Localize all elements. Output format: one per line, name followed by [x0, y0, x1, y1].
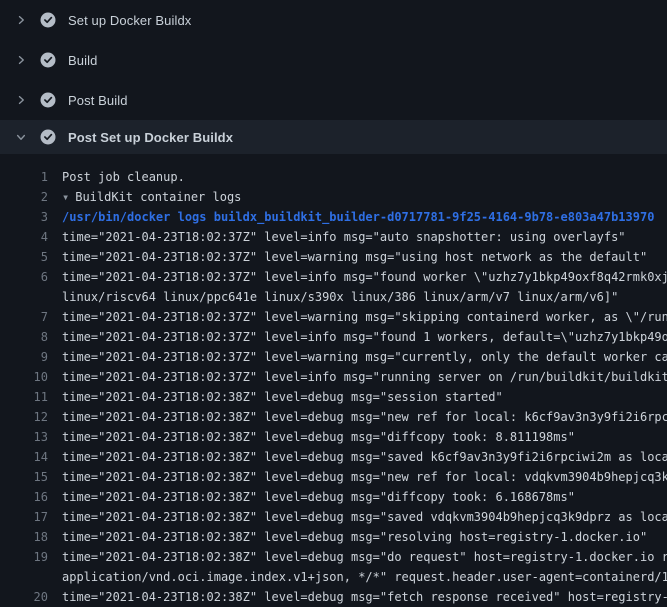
chevron-right-icon[interactable]: [14, 53, 28, 67]
line-number[interactable]: 13: [0, 427, 48, 447]
log-line: 6 time="2021-04-23T18:02:37Z" level=info…: [0, 267, 667, 287]
line-number[interactable]: 10: [0, 367, 48, 387]
line-number[interactable]: 4: [0, 227, 48, 247]
log-line: 14 time="2021-04-23T18:02:38Z" level=deb…: [0, 447, 667, 467]
log-line: linux/riscv64 linux/ppc641e linux/s390x …: [0, 287, 667, 307]
log-text: time="2021-04-23T18:02:38Z" level=debug …: [62, 547, 667, 567]
log-line: 19 time="2021-04-23T18:02:38Z" level=deb…: [0, 547, 667, 567]
log-text: time="2021-04-23T18:02:37Z" level=warnin…: [62, 347, 667, 367]
steps-list: Set up Docker Buildx Build P: [0, 0, 667, 154]
log-line: 10 time="2021-04-23T18:02:37Z" level=inf…: [0, 367, 667, 387]
log-line: 16 time="2021-04-23T18:02:38Z" level=deb…: [0, 487, 667, 507]
line-number[interactable]: 15: [0, 467, 48, 487]
log-text: time="2021-04-23T18:02:37Z" level=info m…: [62, 327, 667, 347]
log-text: time="2021-04-23T18:02:37Z" level=warnin…: [62, 247, 647, 267]
line-number[interactable]: 20: [0, 587, 48, 607]
log-area[interactable]: 1 Post job cleanup. 2 ▾ BuildKit contain…: [0, 154, 667, 607]
line-number[interactable]: 8: [0, 327, 48, 347]
step-title: Set up Docker Buildx: [68, 13, 191, 28]
step-row-post-set-up-docker-buildx[interactable]: Post Set up Docker Buildx: [0, 120, 667, 154]
line-number[interactable]: 7: [0, 307, 48, 327]
log-text: /usr/bin/docker logs buildx_buildkit_bui…: [62, 207, 654, 227]
step-row-build[interactable]: Build: [0, 40, 667, 80]
log-text: time="2021-04-23T18:02:38Z" level=debug …: [62, 587, 667, 607]
check-circle-icon: [40, 92, 56, 108]
check-circle-icon: [40, 12, 56, 28]
step-title: Build: [68, 53, 97, 68]
log-line: 15 time="2021-04-23T18:02:38Z" level=deb…: [0, 467, 667, 487]
log-line: 18 time="2021-04-23T18:02:38Z" level=deb…: [0, 527, 667, 547]
line-number[interactable]: 18: [0, 527, 48, 547]
check-circle-icon: [40, 52, 56, 68]
line-number[interactable]: 14: [0, 447, 48, 467]
log-line: 13 time="2021-04-23T18:02:38Z" level=deb…: [0, 427, 667, 447]
chevron-right-icon[interactable]: [14, 93, 28, 107]
log-text: Post job cleanup.: [62, 167, 185, 187]
log-line: 12 time="2021-04-23T18:02:38Z" level=deb…: [0, 407, 667, 427]
line-number[interactable]: 16: [0, 487, 48, 507]
step-row-post-build[interactable]: Post Build: [0, 80, 667, 120]
log-line: 9 time="2021-04-23T18:02:37Z" level=warn…: [0, 347, 667, 367]
log-text: time="2021-04-23T18:02:38Z" level=debug …: [62, 487, 575, 507]
log-text: time="2021-04-23T18:02:38Z" level=debug …: [62, 427, 575, 447]
step-title: Post Build: [68, 93, 128, 108]
line-number[interactable]: [0, 567, 48, 587]
log-line: 20 time="2021-04-23T18:02:38Z" level=deb…: [0, 587, 667, 607]
log-line: 7 time="2021-04-23T18:02:37Z" level=warn…: [0, 307, 667, 327]
log-text: time="2021-04-23T18:02:37Z" level=info m…: [62, 367, 667, 387]
step-row-set-up-docker-buildx[interactable]: Set up Docker Buildx: [0, 0, 667, 40]
log-text: time="2021-04-23T18:02:38Z" level=debug …: [62, 447, 667, 467]
line-number[interactable]: 2: [0, 187, 48, 207]
log-text: time="2021-04-23T18:02:38Z" level=debug …: [62, 407, 667, 427]
line-number[interactable]: 11: [0, 387, 48, 407]
log-text: linux/riscv64 linux/ppc641e linux/s390x …: [62, 287, 618, 307]
line-number[interactable]: 17: [0, 507, 48, 527]
log-line: 17 time="2021-04-23T18:02:38Z" level=deb…: [0, 507, 667, 527]
log-text: time="2021-04-23T18:02:38Z" level=debug …: [62, 387, 503, 407]
line-number[interactable]: 12: [0, 407, 48, 427]
log-line: 11 time="2021-04-23T18:02:38Z" level=deb…: [0, 387, 667, 407]
log-text: application/vnd.oci.image.index.v1+json,…: [62, 567, 667, 587]
line-number[interactable]: 1: [0, 167, 48, 187]
chevron-down-icon[interactable]: [14, 130, 28, 144]
log-text: time="2021-04-23T18:02:37Z" level=warnin…: [62, 307, 667, 327]
log-line: 1 Post job cleanup.: [0, 167, 667, 187]
line-number[interactable]: 9: [0, 347, 48, 367]
log-line: 5 time="2021-04-23T18:02:37Z" level=warn…: [0, 247, 667, 267]
group-toggle-icon[interactable]: ▾: [62, 187, 69, 207]
log-line: 8 time="2021-04-23T18:02:37Z" level=info…: [0, 327, 667, 347]
chevron-right-icon[interactable]: [14, 13, 28, 27]
log-line: application/vnd.oci.image.index.v1+json,…: [0, 567, 667, 587]
log-line: 4 time="2021-04-23T18:02:37Z" level=info…: [0, 227, 667, 247]
log-text: time="2021-04-23T18:02:38Z" level=debug …: [62, 467, 667, 487]
line-number[interactable]: 19: [0, 547, 48, 567]
log-line: 2 ▾ BuildKit container logs: [0, 187, 667, 207]
line-number[interactable]: 3: [0, 207, 48, 227]
check-circle-icon: [40, 129, 56, 145]
log-text: time="2021-04-23T18:02:38Z" level=debug …: [62, 507, 667, 527]
step-title: Post Set up Docker Buildx: [68, 130, 233, 145]
log-text: time="2021-04-23T18:02:37Z" level=info m…: [62, 227, 626, 247]
line-number[interactable]: 5: [0, 247, 48, 267]
log-line: 3 /usr/bin/docker logs buildx_buildkit_b…: [0, 207, 667, 227]
log-text: time="2021-04-23T18:02:37Z" level=info m…: [62, 267, 667, 287]
log-text: BuildKit container logs: [75, 187, 241, 207]
line-number[interactable]: [0, 287, 48, 307]
line-number[interactable]: 6: [0, 267, 48, 287]
log-text: time="2021-04-23T18:02:38Z" level=debug …: [62, 527, 647, 547]
